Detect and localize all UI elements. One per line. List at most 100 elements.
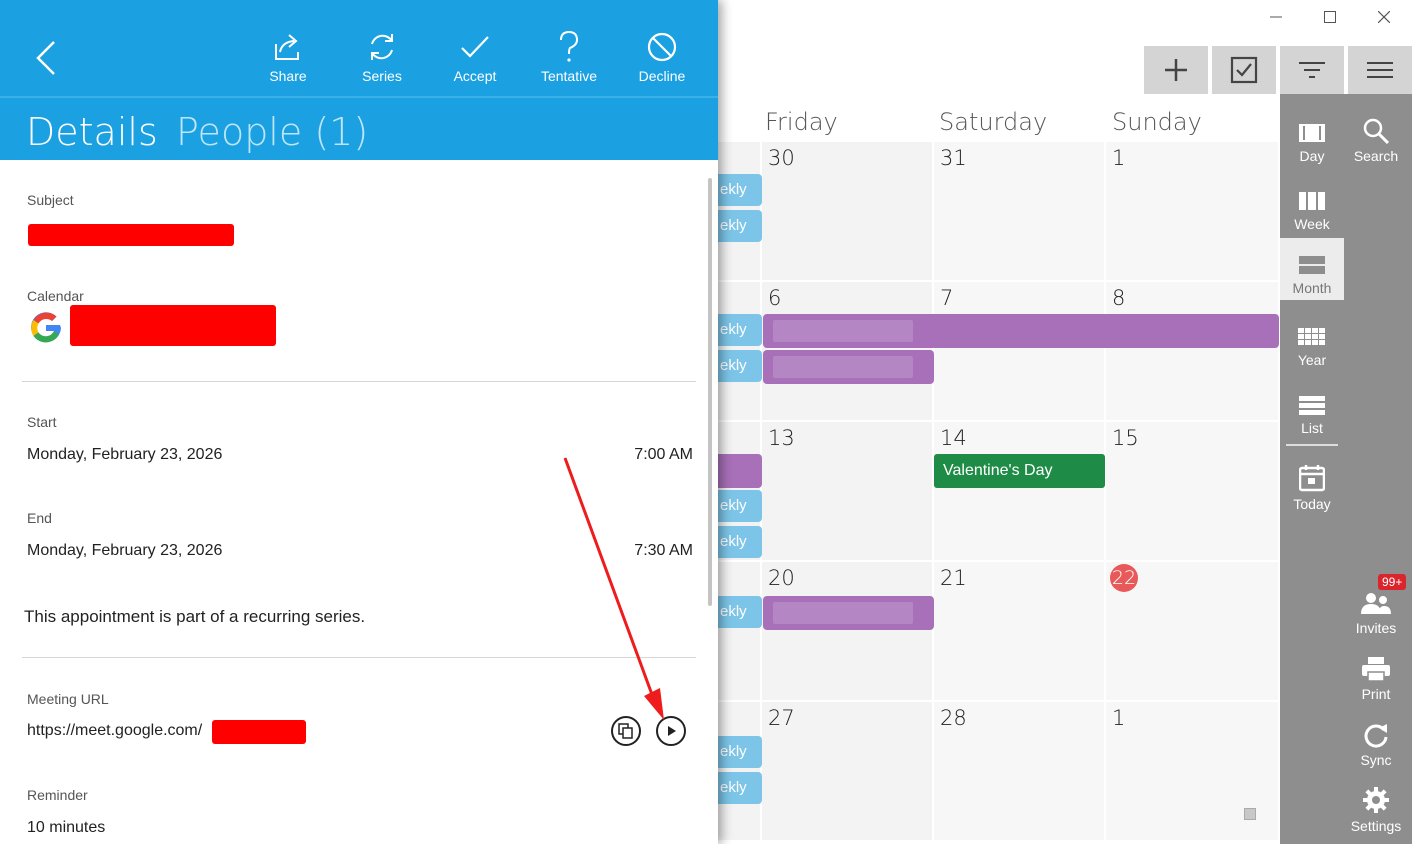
day-cell[interactable] [718, 562, 762, 700]
app-window: Friday Saturday Sunday 30 31 1 ekly ekly… [0, 0, 1412, 844]
rail-day[interactable]: Day [1280, 106, 1344, 168]
copy-url-button[interactable] [611, 716, 641, 746]
event[interactable] [763, 596, 934, 630]
share-label: Share [269, 68, 307, 84]
day-cell[interactable]: 21 [934, 562, 1106, 700]
maximize-icon[interactable] [1316, 8, 1344, 30]
sync-icon [1364, 724, 1388, 748]
day-cell[interactable]: 28 [934, 702, 1106, 840]
day-cell-today[interactable]: 22 [1106, 562, 1280, 700]
day-number: 21 [940, 566, 967, 590]
accept-label: Accept [453, 68, 497, 84]
rail-day-label: Day [1299, 148, 1325, 164]
hamburger-icon [1367, 62, 1393, 78]
filter-icon [1299, 62, 1325, 78]
refresh-icon [371, 34, 393, 60]
rail-month-label: Month [1292, 280, 1332, 296]
share-button[interactable]: Share [248, 30, 328, 84]
search-icon [1363, 118, 1389, 144]
weekly-event[interactable]: ekly [718, 526, 762, 558]
start-time[interactable]: 7:00 AM [634, 446, 693, 464]
open-url-button[interactable] [656, 716, 686, 746]
redacted-title [773, 320, 913, 342]
day-number: 31 [940, 146, 967, 170]
day-cell[interactable]: 13 [762, 422, 934, 560]
day-cell[interactable]: 20 [762, 562, 934, 700]
day-number: 6 [768, 286, 782, 310]
rail-print-label: Print [1361, 686, 1391, 702]
back-button[interactable] [30, 38, 64, 78]
rail-print[interactable]: Print [1344, 644, 1408, 706]
end-date[interactable]: Monday, February 23, 2026 [27, 542, 222, 560]
day-cell[interactable]: 15 [1106, 422, 1280, 560]
tasks-button[interactable] [1212, 46, 1276, 94]
weekly-event[interactable]: ekly [718, 596, 762, 628]
add-event-button[interactable] [1144, 46, 1208, 94]
day-cell[interactable]: 27 [762, 702, 934, 840]
series-button[interactable]: Series [342, 30, 422, 84]
rail-search-label: Search [1353, 148, 1399, 164]
day-number: 28 [940, 706, 967, 730]
divider [22, 657, 696, 658]
tentative-button[interactable]: Tentative [529, 30, 609, 84]
rail-year-label: Year [1297, 352, 1327, 368]
day-number: 13 [768, 426, 795, 450]
weekly-event[interactable]: ekly [718, 174, 762, 206]
rail-month[interactable]: Month [1280, 238, 1344, 300]
rail-week[interactable]: Week [1280, 174, 1344, 236]
multi-day-event[interactable] [763, 314, 1279, 348]
meeting-url[interactable]: https://meet.google.com/ [27, 722, 202, 740]
close-icon[interactable] [1370, 8, 1398, 30]
rail-list[interactable]: List [1280, 378, 1344, 440]
reminder-value[interactable]: 10 minutes [27, 819, 105, 837]
weekly-event[interactable]: ekly [718, 490, 762, 522]
weekly-event[interactable]: ekly [718, 210, 762, 242]
event-details-panel: Share Series Accept Tentative Decline De… [0, 0, 718, 844]
question-icon [560, 30, 579, 62]
annotation-arrow-icon [563, 457, 664, 720]
series-label: Series [362, 68, 402, 84]
tab-people[interactable]: People (1) [176, 110, 368, 154]
tab-details[interactable]: Details [26, 110, 158, 154]
weekly-event[interactable]: ekly [718, 350, 762, 382]
collapse-icon[interactable] [1244, 808, 1256, 820]
redacted-title [773, 602, 913, 624]
day-cell[interactable]: 14 [934, 422, 1106, 560]
day-header-sunday: Sunday [1112, 108, 1202, 136]
google-icon [28, 310, 64, 351]
day-number: 27 [768, 706, 795, 730]
accept-button[interactable]: Accept [435, 30, 515, 84]
checkbox-icon [1230, 56, 1258, 84]
scrollbar[interactable] [708, 178, 712, 606]
weekly-event[interactable]: ekly [718, 772, 762, 804]
weekly-event[interactable]: ekly [718, 736, 762, 768]
start-date[interactable]: Monday, February 23, 2026 [27, 446, 222, 464]
rail-sync[interactable]: Sync [1344, 710, 1408, 772]
reminder-label: Reminder [27, 787, 88, 803]
rail-today[interactable]: Today [1280, 454, 1344, 516]
rail-search[interactable]: Search [1344, 106, 1408, 168]
plus-icon [1165, 59, 1187, 81]
day-cell[interactable]: 30 [762, 142, 934, 280]
rail-year[interactable]: Year [1280, 310, 1344, 372]
minimize-icon[interactable] [1262, 8, 1290, 30]
rail-settings-label: Settings [1350, 818, 1402, 834]
day-cell[interactable]: 1 [1106, 142, 1280, 280]
day-cell[interactable]: 8 [1106, 282, 1280, 420]
weekly-event[interactable]: ekly [718, 314, 762, 346]
filter-button[interactable] [1280, 46, 1344, 94]
day-cell[interactable] [718, 702, 762, 840]
rail-settings[interactable]: Settings [1344, 776, 1408, 838]
decline-button[interactable]: Decline [622, 30, 702, 84]
event[interactable] [763, 350, 934, 384]
rail-today-label: Today [1293, 496, 1331, 512]
end-time[interactable]: 7:30 AM [634, 542, 693, 560]
menu-button[interactable] [1348, 46, 1412, 94]
week-view-icon [1299, 192, 1325, 210]
day-cell[interactable]: 31 [934, 142, 1106, 280]
copy-icon [618, 723, 633, 739]
day-cell[interactable]: 7 [934, 282, 1106, 420]
event[interactable] [718, 454, 762, 488]
holiday-event[interactable]: Valentine's Day [934, 454, 1105, 488]
redacted-title [773, 356, 913, 378]
